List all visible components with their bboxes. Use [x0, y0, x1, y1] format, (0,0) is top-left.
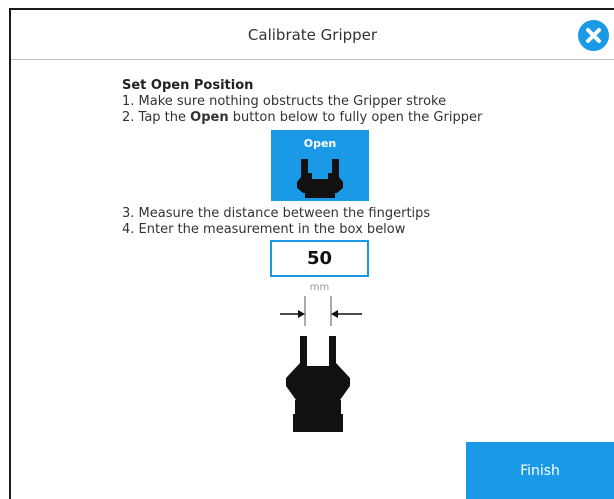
step-2-prefix: 2. Tap the	[122, 110, 191, 125]
unit-label: mm	[309, 282, 330, 293]
open-button-label: Open	[303, 137, 337, 150]
open-gripper-button[interactable]: Open	[271, 130, 369, 201]
gripper-measurement-diagram	[280, 296, 362, 432]
step-1: 1. Make sure nothing obstructs the Gripp…	[122, 94, 447, 109]
instructions: Set Open Position 1. Make sure nothing o…	[122, 78, 582, 126]
step-3: 3. Measure the distance between the fing…	[122, 206, 431, 221]
gripper-body-icon	[286, 336, 350, 400]
close-button[interactable]	[578, 20, 609, 51]
instructions-continued: 3. Measure the distance between the fing…	[122, 206, 430, 238]
measurement-input[interactable]	[270, 240, 369, 277]
dialog-title: Calibrate Gripper	[247, 26, 378, 44]
step-2-bold: Open	[190, 110, 229, 125]
dialog-header: Calibrate Gripper	[11, 10, 614, 60]
close-x-icon	[586, 28, 601, 43]
finish-button[interactable]: Finish	[466, 442, 614, 499]
step-4: 4. Enter the measurement in the box belo…	[122, 222, 406, 237]
left-arrowhead	[298, 310, 305, 318]
gripper-mount	[293, 414, 343, 432]
instructions-heading: Set Open Position	[122, 78, 254, 93]
gripper-open-icon	[297, 159, 343, 198]
step-2-suffix: button below to fully open the Gripper	[228, 110, 483, 125]
gripper-base	[295, 400, 341, 414]
step-2: 2. Tap the Open button below to fully op…	[122, 110, 582, 126]
right-arrowhead	[331, 310, 338, 318]
